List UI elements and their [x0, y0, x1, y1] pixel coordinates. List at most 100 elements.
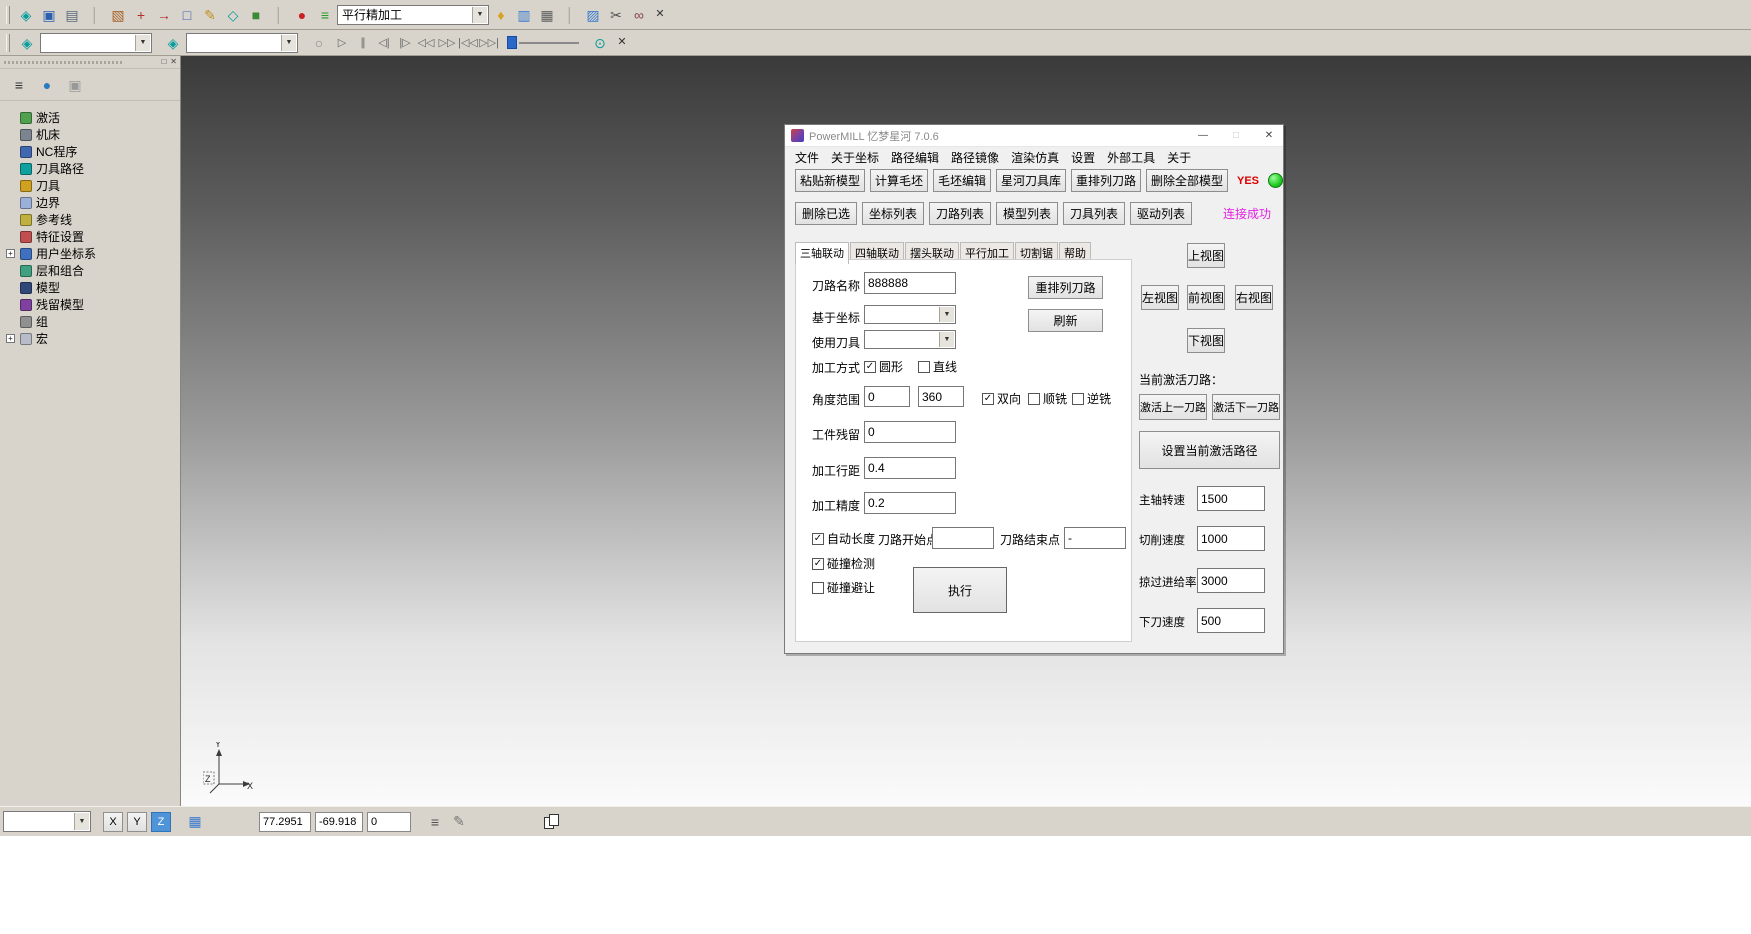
delete-selected-button[interactable]: 删除已选	[795, 202, 857, 225]
print-icon[interactable]: ▤	[61, 4, 83, 26]
rearrange-toolpaths-button-2[interactable]: 重排列刀路	[1028, 276, 1103, 299]
use-tool-select[interactable]: ▼	[864, 330, 956, 349]
tree-item[interactable]: 激活	[5, 109, 180, 126]
play-icon[interactable]: ▷	[332, 36, 352, 49]
axis-x-button[interactable]: X	[103, 812, 123, 832]
chevron-down-icon[interactable]: ▼	[74, 813, 89, 830]
rewind-icon[interactable]: ◁◁	[416, 36, 436, 49]
line-checkbox[interactable]: 直线	[918, 358, 957, 375]
tree-view-icon[interactable]: ≡	[8, 74, 30, 96]
strategy-dropdown[interactable]: 平行精加工 ▼	[337, 5, 489, 25]
stats-icon[interactable]: ▥	[513, 4, 535, 26]
grid-icon[interactable]: ▦	[185, 812, 205, 832]
menu-external-tools[interactable]: 外部工具	[1107, 149, 1155, 166]
tree-item[interactable]: + 用户坐标系	[5, 245, 180, 262]
coord-x-input[interactable]	[259, 812, 311, 832]
tree-item[interactable]: 层和组合	[5, 262, 180, 279]
pages-icon[interactable]	[543, 814, 559, 829]
menu-settings[interactable]: 设置	[1071, 149, 1095, 166]
chart-icon[interactable]: ▨	[582, 4, 604, 26]
close-button[interactable]: ✕	[1255, 126, 1283, 146]
list-icon[interactable]: ≡	[425, 812, 445, 832]
panel-grip[interactable]	[4, 61, 124, 64]
tree-item[interactable]: 特征设置	[5, 228, 180, 245]
plunge-feed-input[interactable]	[1197, 608, 1265, 633]
model-list-button[interactable]: 模型列表	[996, 202, 1058, 225]
goggles-icon[interactable]: ∞	[628, 4, 650, 26]
coord-z-input[interactable]	[367, 812, 411, 832]
lightbulb-icon[interactable]: ○	[308, 32, 330, 54]
toolbar-grip[interactable]	[6, 6, 10, 24]
step-forward-icon[interactable]: |▷	[395, 36, 415, 49]
menu-file[interactable]: 文件	[795, 149, 819, 166]
tree-item[interactable]: 刀具路径	[5, 160, 180, 177]
layers-icon[interactable]: ◈	[15, 4, 37, 26]
chevron-down-icon[interactable]: ▼	[939, 307, 954, 322]
tree-item[interactable]: 边界	[5, 194, 180, 211]
tree-item[interactable]: 残留模型	[5, 296, 180, 313]
view-left-button[interactable]: 左视图	[1141, 285, 1179, 310]
tree-item[interactable]: NC程序	[5, 143, 180, 160]
tool-library-button[interactable]: 星河刀具库	[996, 169, 1066, 192]
stock-edit-button[interactable]: 毛坯编辑	[933, 169, 991, 192]
tab-3axis[interactable]: 三轴联动	[795, 242, 849, 264]
calc-stock-button[interactable]: 计算毛坯	[870, 169, 928, 192]
view-preset-dropdown[interactable]: ▼	[3, 811, 91, 832]
drive-list-button[interactable]: 驱动列表	[1130, 202, 1192, 225]
view-right-button[interactable]: 右视图	[1235, 285, 1273, 310]
toolpath-list-icon[interactable]: ≡	[314, 4, 336, 26]
conventional-checkbox[interactable]: 逆铣	[1072, 390, 1111, 407]
angle-end-input[interactable]	[918, 386, 964, 407]
tool-list-button[interactable]: 刀具列表	[1063, 202, 1125, 225]
end-point-input[interactable]	[1064, 527, 1126, 549]
panel-float-icon[interactable]: □	[161, 57, 166, 66]
axis-y-button[interactable]: Y	[127, 812, 147, 832]
delete-all-models-button[interactable]: 删除全部模型	[1146, 169, 1228, 192]
mirror-icon[interactable]: □	[176, 4, 198, 26]
rearrange-toolpaths-button[interactable]: 重排列刀路	[1071, 169, 1141, 192]
angle-start-input[interactable]	[864, 386, 910, 407]
fast-forward-icon[interactable]: ▷▷	[437, 36, 457, 49]
toolpath-list-button[interactable]: 刀路列表	[929, 202, 991, 225]
tree-item[interactable]: 组	[5, 313, 180, 330]
expand-icon[interactable]: +	[6, 334, 15, 343]
panel-close-icon[interactable]: ✕	[170, 57, 177, 66]
stepover-input[interactable]	[864, 457, 956, 479]
cursor-position-icon[interactable]: ✎	[449, 812, 469, 832]
chevron-down-icon[interactable]: ▼	[281, 35, 296, 51]
toolbar-close-icon[interactable]: ✕	[613, 32, 631, 54]
climb-checkbox[interactable]: 顺铣	[1028, 390, 1067, 407]
maximize-button[interactable]: □	[1222, 126, 1250, 146]
chevron-down-icon[interactable]: ▼	[472, 7, 487, 23]
workplane-icon[interactable]: +	[130, 4, 152, 26]
menu-path-mirror[interactable]: 路径镜像	[951, 149, 999, 166]
cutting-speed-input[interactable]	[1197, 526, 1265, 551]
chevron-down-icon[interactable]: ▼	[939, 332, 954, 347]
axis-z-button[interactable]: Z	[151, 812, 171, 832]
toolpath-name-input[interactable]	[864, 272, 956, 294]
tree-item[interactable]: 模型	[5, 279, 180, 296]
chevron-down-icon[interactable]: ▼	[135, 35, 150, 51]
bidirectional-checkbox[interactable]: ✓ 双向	[982, 390, 1021, 407]
minimize-button[interactable]: —	[1189, 126, 1217, 146]
menu-about[interactable]: 关于	[1167, 149, 1191, 166]
toolbar-grip[interactable]	[6, 34, 10, 52]
spindle-speed-input[interactable]	[1197, 486, 1265, 511]
start-point-input[interactable]	[932, 527, 994, 549]
pencil-icon[interactable]: ✎	[199, 4, 221, 26]
menu-render-sim[interactable]: 渲染仿真	[1011, 149, 1059, 166]
based-coord-select[interactable]: ▼	[864, 305, 956, 324]
stock-allowance-input[interactable]	[864, 421, 956, 443]
go-end-icon[interactable]: ▷▷|	[479, 36, 499, 49]
tree-item[interactable]: 机床	[5, 126, 180, 143]
go-start-icon[interactable]: |◁◁	[458, 36, 478, 49]
collision-check-checkbox[interactable]: ✓ 碰撞检测	[812, 555, 875, 572]
calculator-icon[interactable]: ▦	[536, 4, 558, 26]
activate-next-button[interactable]: 激活下一刀路	[1212, 394, 1280, 420]
refresh-button[interactable]: 刷新	[1028, 309, 1103, 332]
coord-list-button[interactable]: 坐标列表	[862, 202, 924, 225]
copy-icon[interactable]: ■	[245, 4, 267, 26]
pause-icon[interactable]: ∥	[353, 36, 373, 49]
dialog-title-bar[interactable]: PowerMILL 忆梦星河 7.0.6 — □ ✕	[785, 125, 1283, 147]
measure-icon[interactable]: ◇	[222, 4, 244, 26]
